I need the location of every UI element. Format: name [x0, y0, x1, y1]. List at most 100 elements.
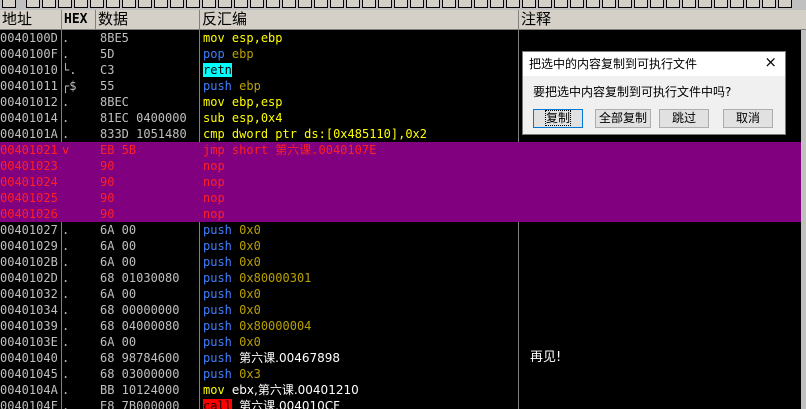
- toolbar-button[interactable]: [170, 0, 184, 8]
- toolbar-button[interactable]: [26, 0, 40, 8]
- toolbar-button[interactable]: [122, 0, 136, 8]
- toolbar-button[interactable]: [394, 0, 408, 8]
- toolbar-button[interactable]: [714, 0, 728, 8]
- disassembly-row[interactable]: 00401023 90 nop: [0, 158, 806, 174]
- disassembly-row[interactable]: 00401045 . 68 03000000 push 0x3: [0, 366, 806, 382]
- row-operands: short 第六课.0040107E: [231, 143, 377, 157]
- disassembly-row[interactable]: 00401026 90 nop: [0, 206, 806, 222]
- row-address: 00401024: [0, 175, 58, 189]
- disassembly-row[interactable]: 00401021 v EB 5B jmp short 第六课.0040107E: [0, 142, 806, 158]
- toolbar-button[interactable]: [250, 0, 264, 8]
- cancel-button[interactable]: 取消: [723, 109, 773, 128]
- disassembly-row[interactable]: 0040102B . 6A 00 push 0x0: [0, 254, 806, 270]
- disassembly-row[interactable]: 00401024 90 nop: [0, 174, 806, 190]
- toolbar-button[interactable]: [218, 0, 232, 8]
- row-disassembly: pop ebp: [203, 46, 519, 62]
- toolbar-button[interactable]: [410, 0, 424, 8]
- toolbar-button[interactable]: [730, 0, 744, 8]
- toolbar-button[interactable]: [282, 0, 296, 8]
- toolbar-button[interactable]: [698, 0, 712, 8]
- toolbar-button[interactable]: [74, 0, 88, 8]
- toolbar-button[interactable]: [186, 0, 200, 8]
- row-comment: [530, 334, 800, 350]
- disassembly-row[interactable]: 0040102D . 68 01030080 push 0x80000301: [0, 270, 806, 286]
- toolbar-button[interactable]: [362, 0, 376, 8]
- row-address: 00401012: [0, 95, 58, 109]
- toolbar-button[interactable]: [650, 0, 664, 8]
- toolbar-button[interactable]: [538, 0, 552, 8]
- toolbar-button[interactable]: [778, 0, 792, 8]
- row-hex-bytes: 6A 00: [100, 335, 137, 349]
- toolbar-button[interactable]: [202, 0, 216, 8]
- row-flow-marker: .: [62, 287, 70, 301]
- toolbar-button[interactable]: [426, 0, 440, 8]
- toolbar-button[interactable]: [746, 0, 760, 8]
- row-operands: 0x0: [239, 335, 261, 349]
- disassembly-row[interactable]: 00401027 . 6A 00 push 0x0: [0, 222, 806, 238]
- disassembly-row[interactable]: 00401039 . 68 04000080 push 0x80000004: [0, 318, 806, 334]
- toolbar-button[interactable]: [586, 0, 600, 8]
- row-address: 0040103E: [0, 335, 58, 349]
- header-disassembly[interactable]: 反汇编: [200, 10, 519, 29]
- copy-all-button[interactable]: 全部复制: [595, 109, 651, 128]
- copy-button[interactable]: 复制: [533, 109, 583, 128]
- close-icon[interactable]: ×: [764, 53, 777, 71]
- row-flow-marker: .: [62, 383, 70, 397]
- disassembly-row[interactable]: 00401025 90 nop: [0, 190, 806, 206]
- toolbar-button[interactable]: [90, 0, 104, 8]
- toolbar-button[interactable]: [602, 0, 616, 8]
- disassembly-row[interactable]: 0040100D . 8BE5 mov esp,ebp: [0, 30, 806, 46]
- disassembly-row[interactable]: 00401040 . 68 98784600 push 第六课.00467898 再见…: [0, 350, 806, 366]
- toolbar-button[interactable]: [378, 0, 392, 8]
- header-comment[interactable]: 注释: [519, 10, 806, 29]
- disassembly-row[interactable]: 0040104A . BB 10124000 mov ebx,第六课.0040121…: [0, 382, 806, 398]
- toolbar-button[interactable]: [2, 0, 16, 8]
- toolbar-button[interactable]: [330, 0, 344, 8]
- disassembly-row[interactable]: 00401034 . 68 00000000 push 0x0: [0, 302, 806, 318]
- toolbar-button[interactable]: [554, 0, 568, 8]
- toolbar-button[interactable]: [666, 0, 680, 8]
- toolbar-button[interactable]: [618, 0, 632, 8]
- toolbar-button[interactable]: [314, 0, 328, 8]
- row-flow-marker: .: [62, 111, 70, 125]
- toolbar-button[interactable]: [298, 0, 312, 8]
- header-address[interactable]: 地址: [0, 10, 62, 29]
- toolbar-button[interactable]: [154, 0, 168, 8]
- toolbar-button[interactable]: [490, 0, 504, 8]
- disassembly-row[interactable]: 0040104F . E8 7B000000 call 第六课.004010CF: [0, 398, 806, 409]
- dialog-message: 要把选中内容复制到可执行文件中吗?: [533, 85, 732, 99]
- row-mnemonic: push: [203, 287, 232, 301]
- toolbar-button[interactable]: [58, 0, 72, 8]
- row-operands: 0x0: [239, 287, 261, 301]
- toolbar-button[interactable]: [762, 0, 776, 8]
- toolbar-button[interactable]: [682, 0, 696, 8]
- toolbar-button[interactable]: [522, 0, 536, 8]
- vertical-scrollbar[interactable]: [801, 30, 806, 409]
- toolbar-button[interactable]: [106, 0, 120, 8]
- toolbar-button[interactable]: [442, 0, 456, 8]
- skip-button[interactable]: 跳过: [659, 109, 709, 128]
- toolbar-button[interactable]: [474, 0, 488, 8]
- toolbar-button[interactable]: [506, 0, 520, 8]
- row-operands: 0x3: [239, 367, 261, 381]
- row-comment: [530, 318, 800, 334]
- toolbar-button[interactable]: [458, 0, 472, 8]
- disassembly-row[interactable]: 00401032 . 6A 00 push 0x0: [0, 286, 806, 302]
- row-mnemonic: cmp: [203, 127, 225, 141]
- toolbar-button[interactable]: [42, 0, 56, 8]
- toolbar-button[interactable]: [346, 0, 360, 8]
- row-mnemonic: push: [203, 223, 232, 237]
- disassembly-row[interactable]: 00401029 . 6A 00 push 0x0: [0, 238, 806, 254]
- header-data[interactable]: 数据: [96, 10, 200, 29]
- row-mnemonic: mov: [203, 31, 225, 45]
- disassembly-row[interactable]: 0040103E . 6A 00 push 0x0: [0, 334, 806, 350]
- toolbar-button[interactable]: [634, 0, 648, 8]
- header-hex[interactable]: HEX: [62, 10, 96, 29]
- toolbar-button[interactable]: [234, 0, 248, 8]
- toolbar-button[interactable]: [570, 0, 584, 8]
- row-mnemonic: push: [203, 271, 232, 285]
- toolbar-button[interactable]: [266, 0, 280, 8]
- row-address: 0040101A: [0, 127, 58, 141]
- row-operands: esp,ebp: [231, 31, 283, 45]
- toolbar-button[interactable]: [138, 0, 152, 8]
